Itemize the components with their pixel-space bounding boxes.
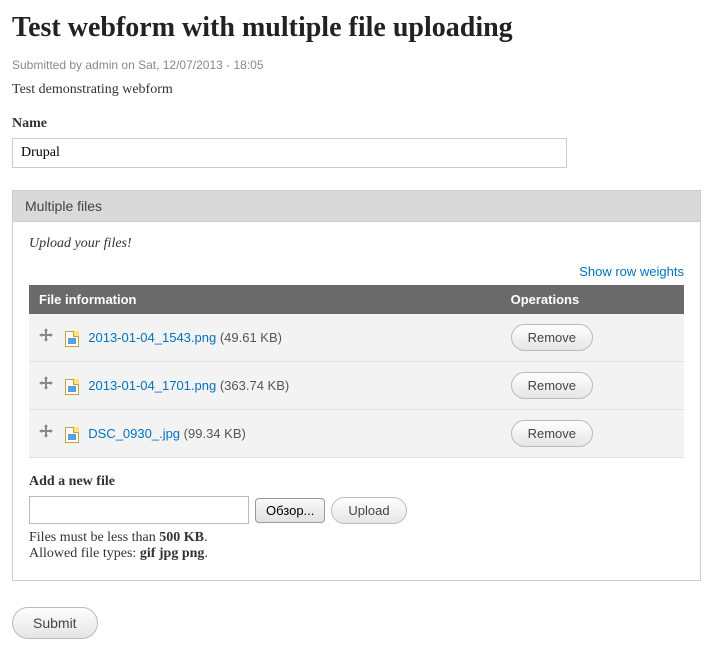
hint-size-pre: Files must be less than (29, 530, 159, 545)
file-icon (65, 379, 79, 395)
page-title: Test webform with multiple file uploadin… (12, 12, 701, 44)
file-link[interactable]: 2013-01-04_1701.png (88, 378, 216, 393)
file-icon (65, 331, 79, 347)
multiple-files-fieldset: Multiple files Upload your files! Show r… (12, 190, 701, 581)
file-size: (99.34 KB) (184, 426, 246, 441)
upload-button[interactable]: Upload (331, 497, 406, 524)
file-hints: Files must be less than 500 KB. Allowed … (29, 530, 684, 562)
file-link[interactable]: DSC_0930_.jpg (88, 426, 180, 441)
file-icon (65, 427, 79, 443)
col-operations: Operations (501, 285, 684, 314)
file-path-input[interactable] (29, 496, 249, 524)
hint-types-pre: Allowed file types: (29, 546, 140, 561)
table-row: 2013-01-04_1701.png (363.74 KB) Remove (29, 362, 684, 410)
drag-handle-icon[interactable] (39, 376, 53, 390)
remove-button[interactable]: Remove (511, 420, 593, 447)
file-size: (49.61 KB) (220, 330, 282, 345)
table-row: DSC_0930_.jpg (99.34 KB) Remove (29, 410, 684, 458)
add-file-label: Add a new file (29, 474, 684, 490)
name-input[interactable] (12, 138, 567, 168)
browse-button[interactable]: Обзор... (255, 498, 325, 523)
show-row-weights-link[interactable]: Show row weights (579, 264, 684, 279)
hint-types-val: gif jpg png (140, 546, 205, 561)
drag-handle-icon[interactable] (39, 424, 53, 438)
file-size: (363.74 KB) (220, 378, 289, 393)
hint-size-val: 500 KB (159, 530, 204, 545)
table-row: 2013-01-04_1543.png (49.61 KB) Remove (29, 314, 684, 362)
file-link[interactable]: 2013-01-04_1543.png (88, 330, 216, 345)
files-table: File information Operations 2013-01-04_1… (29, 285, 684, 458)
col-file-info: File information (29, 285, 501, 314)
drag-handle-icon[interactable] (39, 328, 53, 342)
remove-button[interactable]: Remove (511, 324, 593, 351)
fieldset-help: Upload your files! (29, 236, 684, 252)
submit-button[interactable]: Submit (12, 607, 98, 639)
remove-button[interactable]: Remove (511, 372, 593, 399)
page-description: Test demonstrating webform (12, 82, 701, 98)
name-label: Name (12, 116, 701, 132)
submitted-meta: Submitted by admin on Sat, 12/07/2013 - … (12, 58, 701, 72)
fieldset-legend: Multiple files (13, 191, 700, 222)
